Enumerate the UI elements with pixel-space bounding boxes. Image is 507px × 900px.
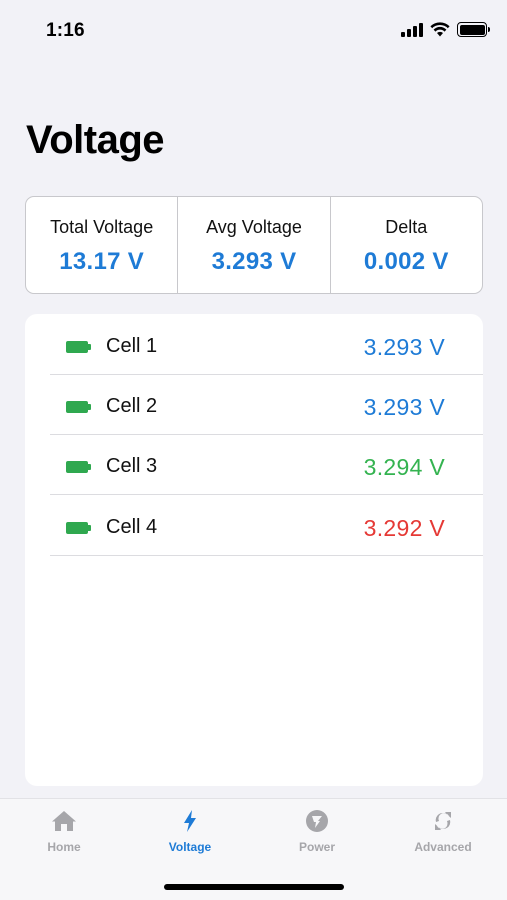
status-icons [401, 22, 490, 37]
tab-home[interactable]: Home [9, 809, 119, 854]
cells-list: Cell 1 3.293 V Cell 2 3.293 V Cell 3 3.2… [25, 314, 483, 786]
status-time: 1:16 [46, 20, 85, 41]
house-icon [52, 811, 76, 831]
cellular-signal-icon [401, 22, 423, 37]
stat-label: Total Voltage [50, 216, 154, 237]
cell-row: Cell 3 3.294 V [50, 434, 483, 495]
home-indicator[interactable] [164, 884, 344, 890]
stat-value: 13.17 V [59, 247, 145, 275]
cell-name: Cell 3 [106, 455, 158, 477]
tab-label: Power [298, 840, 335, 854]
avg-voltage-stat: Avg Voltage 3.293 V [177, 197, 329, 293]
battery-icon [66, 461, 91, 473]
total-voltage-stat: Total Voltage 13.17 V [26, 197, 177, 293]
tab-advanced[interactable]: Advanced [388, 809, 498, 854]
power-plug-icon [306, 810, 328, 832]
cell-name: Cell 2 [106, 395, 158, 417]
tab-label: Home [47, 840, 81, 854]
page-title: Voltage [26, 118, 165, 162]
voltage-summary-card: Total Voltage 13.17 V Avg Voltage 3.293 … [25, 196, 483, 294]
stat-value: 3.293 V [211, 247, 297, 275]
status-bar: 1:16 [0, 0, 507, 60]
tab-label: Voltage [168, 840, 212, 854]
tab-label: Advanced [414, 840, 472, 854]
battery-status-icon [457, 22, 490, 37]
cell-row: Cell 1 3.293 V [50, 314, 483, 375]
wifi-icon [430, 22, 450, 37]
tab-power[interactable]: Power [262, 809, 372, 854]
cell-voltage: 3.292 V [363, 515, 445, 541]
stat-label: Delta [385, 216, 428, 237]
cell-row: Cell 4 3.292 V [50, 495, 483, 556]
battery-icon [66, 341, 91, 353]
cell-row: Cell 2 3.293 V [50, 374, 483, 435]
stat-value: 0.002 V [363, 247, 449, 275]
refresh-icon [435, 812, 451, 830]
battery-icon [66, 401, 91, 413]
cell-voltage: 3.293 V [363, 394, 445, 420]
voltage-screen: 1:16 Voltage Total Voltage 13.17 V Avg V… [0, 0, 507, 900]
cell-name: Cell 4 [106, 516, 158, 538]
bolt-icon [184, 810, 196, 832]
cell-voltage: 3.293 V [363, 334, 445, 360]
battery-icon [66, 522, 91, 534]
stat-label: Avg Voltage [206, 216, 302, 237]
delta-stat: Delta 0.002 V [329, 197, 482, 293]
tab-voltage[interactable]: Voltage [135, 809, 245, 854]
cell-name: Cell 1 [106, 335, 158, 357]
cell-voltage: 3.294 V [363, 454, 445, 480]
